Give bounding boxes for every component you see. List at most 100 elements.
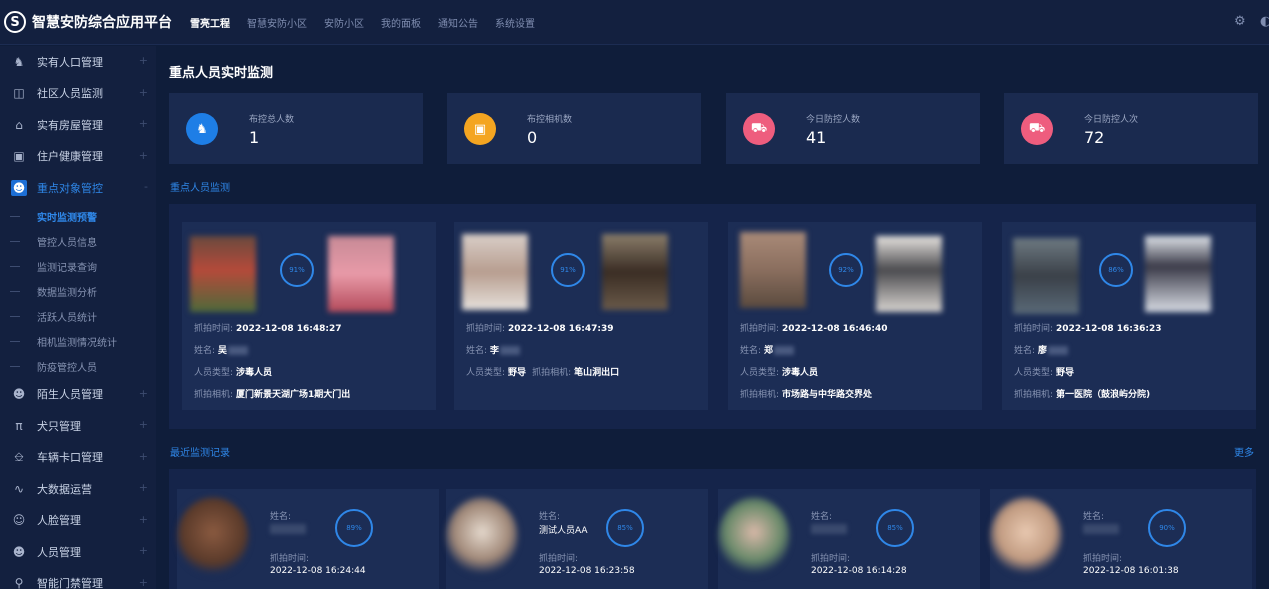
topnav-xueliang[interactable]: 雪亮工程 [190, 15, 230, 30]
reference-photo [602, 234, 668, 310]
monitor-card[interactable]: 91% 抓拍时间: 2022-12-08 16:47:39 姓名: 李 人员类型: 野… [454, 222, 708, 410]
topnav-smart-community[interactable]: 智慧安防小区 [247, 15, 307, 30]
record-card[interactable]: 姓名: 测试人员AA 85% 抓拍时间: 2022-12-08 16:23:58 [446, 489, 708, 589]
person-type: 野导 [508, 368, 527, 378]
sidebar-item-label: 犬只管理 [37, 419, 81, 433]
sidebar-subitem-data-analysis[interactable]: 数据监测分析 [0, 279, 156, 304]
topnav-my-dashboard[interactable]: 我的面板 [381, 15, 421, 30]
snapshot-photo [462, 234, 528, 310]
gate-icon: ⎒ [14, 449, 24, 464]
sidebar-item-faces[interactable]: ☺ 人脸管理 + [0, 505, 156, 537]
lock-icon: ⚲ [14, 576, 24, 589]
sidebar-subitem-label: 数据监测分析 [37, 287, 97, 299]
expand-icon[interactable]: + [139, 576, 148, 589]
sidebar-item-population[interactable]: ♞ 实有人口管理 + [0, 46, 156, 78]
field-label: 抓拍时间: [1014, 324, 1054, 334]
sidebar-item-label: 人员管理 [37, 545, 81, 559]
capture-time: 2022-12-08 16:48:27 [236, 324, 342, 334]
record-card[interactable]: 姓名: 90% 抓拍时间: 2022-12-08 16:01:38 [990, 489, 1252, 589]
monitor-card[interactable]: 86% 抓拍时间: 2022-12-08 16:36:23 姓名: 廖 人员类型: 野… [1002, 222, 1256, 410]
field-label: 人员类型: [1014, 368, 1054, 378]
topnav-settings[interactable]: 系统设置 [495, 15, 535, 30]
records-section-title: 最近监测记录 [170, 448, 230, 459]
camera-name: 笔山洞出口 [574, 368, 620, 378]
expand-icon[interactable]: + [139, 481, 148, 494]
page-title: 重点人员实时监测 [169, 66, 274, 81]
stat-value: 41 [806, 128, 827, 147]
field-label: 人员类型: [740, 368, 780, 378]
expand-icon[interactable]: + [139, 544, 148, 557]
expand-icon[interactable]: + [139, 86, 148, 99]
record-card[interactable]: 姓名: 89% 抓拍时间: 2022-12-08 16:24:44 [177, 489, 439, 589]
capture-time: 2022-12-08 16:01:38 [1083, 566, 1179, 576]
field-label: 姓名: [740, 346, 762, 356]
sidebar-item-label: 陌生人员管理 [37, 388, 103, 402]
sidebar-subitem-controlled-info[interactable]: 管控人员信息 [0, 229, 156, 254]
sidebar-subitem-epidemic[interactable]: 防疫管控人员 [0, 354, 156, 379]
sidebar-item-big-data[interactable]: ∿ 大数据运营 + [0, 473, 156, 505]
car-icon: ⛟ [1021, 113, 1053, 145]
sidebar-item-strangers[interactable]: ☻ 陌生人员管理 + [0, 379, 156, 411]
sidebar-subitem-camera-stats[interactable]: 相机监测情况统计 [0, 329, 156, 354]
sidebar-item-vehicle-gate[interactable]: ⎒ 车辆卡口管理 + [0, 442, 156, 474]
sidebar-subitem-label: 监测记录查询 [37, 262, 97, 274]
field-label: 人员类型: [466, 368, 506, 378]
sidebar-item-key-persons[interactable]: ☻ 重点对象管控 - [0, 172, 156, 204]
field-label: 抓拍相机: [1014, 390, 1054, 400]
more-link[interactable]: 更多 [1234, 444, 1254, 459]
sidebar-item-dogs[interactable]: π 犬只管理 + [0, 410, 156, 442]
field-label: 人员类型: [194, 368, 234, 378]
record-photo [718, 497, 790, 575]
expand-icon[interactable]: + [139, 450, 148, 463]
expand-icon[interactable]: + [139, 54, 148, 67]
person-type: 涉毒人员 [236, 368, 273, 378]
record-card[interactable]: 姓名: 85% 抓拍时间: 2022-12-08 16:14:28 [718, 489, 980, 589]
expand-icon[interactable]: + [139, 418, 148, 431]
reference-photo [1145, 236, 1211, 312]
topnav-security-community[interactable]: 安防小区 [324, 15, 364, 30]
similarity-ring: 86% [1099, 253, 1133, 287]
app-logo[interactable]: S 智慧安防综合应用平台 [4, 0, 172, 45]
sidebar-item-label: 重点对象管控 [37, 181, 103, 195]
sidebar-item-housing[interactable]: ⌂ 实有房屋管理 + [0, 109, 156, 141]
field-label: 抓拍时间: [740, 324, 780, 334]
stat-label: 布控相机数 [527, 115, 573, 125]
sidebar-subitem-realtime-alert[interactable]: 实时监测预警 [0, 204, 156, 229]
sidebar: ♞ 实有人口管理 + ◫ 社区人员监测 + ⌂ 实有房屋管理 + ▣ 住户健康管理 + ☻ 重点对… [0, 46, 156, 589]
gear-icon[interactable]: ⚙ [1234, 14, 1250, 30]
field-label: 姓名: [1083, 512, 1105, 522]
topnav-notices[interactable]: 通知公告 [438, 15, 478, 30]
stat-value: 0 [527, 128, 538, 147]
sidebar-item-health[interactable]: ▣ 住户健康管理 + [0, 141, 156, 173]
expand-icon[interactable]: + [139, 117, 148, 130]
users-icon: ♞ [13, 54, 25, 69]
user-menu-icon[interactable]: ◐ [1260, 14, 1269, 30]
sidebar-item-access-control[interactable]: ⚲ 智能门禁管理 + [0, 568, 156, 589]
field-label: 抓拍相机: [740, 390, 780, 400]
stat-label: 布控总人数 [249, 115, 295, 125]
sidebar-item-persons[interactable]: ☻ 人员管理 + [0, 536, 156, 568]
users-icon: ♞ [186, 113, 218, 145]
capture-time: 2022-12-08 16:23:58 [539, 566, 635, 576]
camera-name: 厦门新景天湖广场1期大门出 [236, 390, 351, 400]
field-label: 抓拍时间: [466, 324, 506, 334]
sidebar-subitem-label: 活跃人员统计 [37, 312, 97, 324]
home-icon: ⌂ [15, 117, 23, 132]
sidebar-item-label: 车辆卡口管理 [37, 451, 103, 465]
expand-icon[interactable]: + [139, 387, 148, 400]
collapse-icon[interactable]: - [144, 180, 148, 193]
monitor-card[interactable]: 91% 抓拍时间: 2022-12-08 16:48:27 姓名: 吴 人员类型: 涉… [182, 222, 436, 410]
reference-photo [876, 236, 942, 312]
sidebar-subitem-active-stats[interactable]: 活跃人员统计 [0, 304, 156, 329]
sidebar-item-label: 实有房屋管理 [37, 118, 103, 132]
field-label: 抓拍时间: [1083, 554, 1123, 564]
monitor-card[interactable]: 92% 抓拍时间: 2022-12-08 16:46:40 姓名: 郑 人员类型: 涉… [728, 222, 982, 410]
expand-icon[interactable]: + [139, 513, 148, 526]
stat-card-today-visits: ⛟ 今日防控人次 72 [1004, 93, 1258, 164]
sidebar-subitem-record-query[interactable]: 监测记录查询 [0, 254, 156, 279]
sidebar-item-label: 大数据运营 [37, 482, 92, 496]
camera-name: 市场路与中华路交界处 [782, 390, 873, 400]
expand-icon[interactable]: + [139, 149, 148, 162]
field-label: 抓拍时间: [270, 554, 310, 564]
sidebar-item-community-monitor[interactable]: ◫ 社区人员监测 + [0, 78, 156, 110]
